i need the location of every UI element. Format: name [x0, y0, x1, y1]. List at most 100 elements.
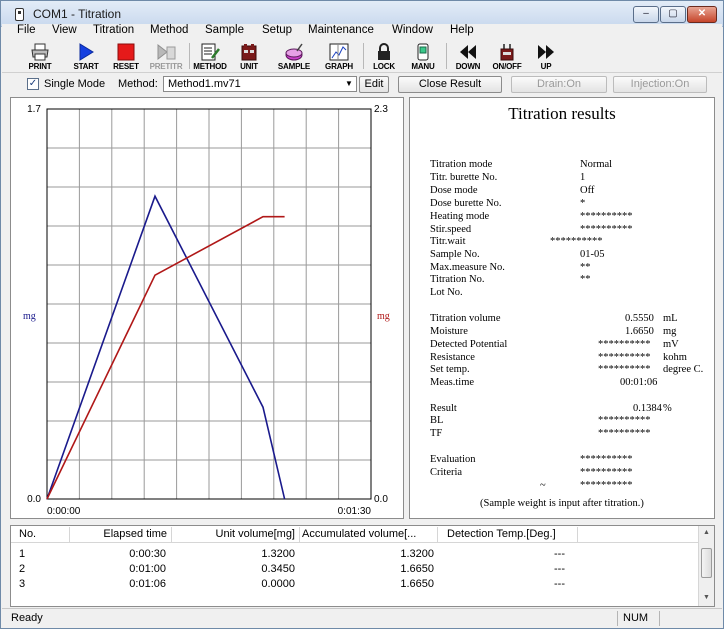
column-header-detection-temp[interactable]: Detection Temp.[Deg.] — [447, 528, 556, 540]
menu-file[interactable]: File — [17, 24, 36, 36]
result-value: 00:01:06 — [620, 377, 658, 388]
menu-setup[interactable]: Setup — [262, 24, 292, 36]
right-axis-min-tick: 0.0 — [374, 494, 388, 505]
results-table[interactable]: No. Elapsed time Unit volume[mg] Accumul… — [10, 525, 715, 607]
result-label: Heating mode — [430, 211, 490, 222]
table-scrollbar[interactable]: ▲ ▼ — [698, 526, 714, 606]
down-button[interactable]: DOWN — [450, 41, 486, 71]
menu-help[interactable]: Help — [450, 24, 474, 36]
chart-series — [46, 194, 286, 500]
column-header-elapsed[interactable]: Elapsed time — [103, 528, 167, 540]
toolbar-label: METHOD — [193, 62, 227, 71]
result-value: ~ — [540, 480, 546, 491]
result-value: 01-05 — [580, 249, 605, 260]
column-divider[interactable] — [171, 527, 172, 542]
menu-sample[interactable]: Sample — [205, 24, 244, 36]
pretitr-button[interactable]: PRETITR — [148, 41, 184, 71]
sample-icon — [285, 43, 303, 61]
result-value: ********** — [580, 211, 633, 222]
table-cell: 1 — [19, 548, 26, 560]
result-label: Set temp. — [430, 364, 470, 375]
result-value: ********** — [580, 454, 633, 465]
result-value: ********** — [598, 415, 651, 426]
table-cell: 1.3200 — [400, 548, 434, 560]
single-mode-label: Single Mode — [44, 78, 106, 90]
column-divider[interactable] — [69, 527, 70, 542]
titration-graph-panel[interactable]: 1.7 0.0 2.3 0.0 mg mg 0:00:00 0:01:30 — [10, 97, 404, 519]
method-select-value: Method1.mv71 — [168, 78, 241, 90]
column-header-unit-volume[interactable]: Unit volume[mg] — [216, 528, 295, 540]
graph-button[interactable]: GRAPH — [320, 41, 358, 71]
results-title: Titration results — [508, 104, 616, 123]
app-icon[interactable] — [15, 8, 24, 21]
left-axis-max-tick: 1.7 — [27, 104, 41, 115]
result-value: Off — [580, 185, 595, 196]
result-label: Titration No. — [430, 274, 485, 285]
result-unit: % — [663, 403, 672, 414]
print-button[interactable]: PRINT — [22, 41, 58, 71]
table-row[interactable]: 1 0:00:30 1.3200 1.3200 --- — [11, 548, 700, 563]
method-button[interactable]: METHOD — [192, 41, 228, 71]
manual-button[interactable]: MANU — [405, 41, 441, 71]
scroll-down-icon[interactable]: ▼ — [701, 593, 712, 603]
menu-method[interactable]: Method — [150, 24, 188, 36]
sample-button[interactable]: SAMPLE — [275, 41, 313, 71]
result-value: 0.1384 — [633, 403, 662, 414]
result-unit: mL — [663, 313, 678, 324]
reset-button[interactable]: RESET — [108, 41, 144, 71]
window-title: COM1 - Titration — [33, 7, 122, 21]
table-cell: 0:01:06 — [129, 578, 166, 590]
right-axis-label: mg — [377, 311, 390, 322]
unit-button[interactable]: UNIT — [231, 41, 267, 71]
close-result-button[interactable]: Close Result — [398, 76, 502, 93]
result-value: ********** — [598, 428, 651, 439]
maximize-button[interactable]: ▢ — [660, 6, 686, 23]
result-label: Criteria — [430, 467, 463, 478]
app-window: COM1 - Titration – ▢ ✕ File View Titrati… — [0, 0, 724, 629]
result-label: Lot No. — [430, 287, 463, 298]
minimize-button[interactable]: – — [633, 6, 659, 23]
close-button[interactable]: ✕ — [687, 6, 717, 23]
column-divider[interactable] — [299, 527, 300, 542]
menu-titration[interactable]: Titration — [93, 24, 134, 36]
result-label: Titr. burette No. — [430, 172, 498, 183]
column-divider[interactable] — [577, 527, 578, 542]
method-icon — [201, 43, 220, 61]
table-row[interactable]: 2 0:01:00 0.3450 1.6650 --- — [11, 563, 700, 578]
result-value: ********** — [598, 364, 651, 375]
result-value: Normal — [580, 159, 613, 170]
single-mode-checkbox[interactable]: ✓ — [27, 78, 39, 90]
column-header-accumulated[interactable]: Accumulated volume[... — [302, 528, 416, 540]
method-select[interactable]: Method1.mv71 ▼ — [163, 76, 357, 92]
column-header-no[interactable]: No. — [19, 528, 36, 540]
scroll-up-icon[interactable]: ▲ — [701, 528, 712, 538]
status-divider — [659, 611, 660, 626]
result-label: Titration mode — [430, 159, 493, 170]
column-divider[interactable] — [437, 527, 438, 542]
table-cell: 1.6650 — [400, 563, 434, 575]
toolbar-label: MANU — [411, 62, 435, 71]
menu-window[interactable]: Window — [392, 24, 433, 36]
series-line-right-axis — [46, 215, 285, 500]
toolbar-label: ON/OFF — [492, 62, 522, 71]
up-button[interactable]: UP — [528, 41, 564, 71]
table-row[interactable]: 3 0:01:06 0.0000 1.6650 --- — [11, 578, 700, 593]
chevron-down-icon[interactable]: ▼ — [343, 78, 355, 90]
result-unit: mg — [663, 326, 677, 337]
menu-view[interactable]: View — [52, 24, 77, 36]
start-button[interactable]: START — [68, 41, 104, 71]
drain-button[interactable]: Drain:On — [511, 76, 607, 93]
onoff-button[interactable]: ON/OFF — [489, 41, 525, 71]
lock-icon — [378, 43, 390, 60]
status-bar: Ready NUM — [2, 608, 722, 628]
right-axis-max-tick: 2.3 — [374, 104, 388, 115]
toolbar-label: RESET — [113, 62, 139, 71]
table-cell: 0.3450 — [261, 563, 295, 575]
injection-button[interactable]: Injection:On — [613, 76, 707, 93]
edit-method-button[interactable]: Edit — [359, 76, 389, 93]
scroll-thumb[interactable] — [701, 548, 712, 578]
menu-maintenance[interactable]: Maintenance — [308, 24, 374, 36]
table-cell: --- — [554, 563, 565, 575]
lock-button[interactable]: LOCK — [366, 41, 402, 71]
x-axis-end-tick: 0:01:30 — [338, 506, 372, 517]
